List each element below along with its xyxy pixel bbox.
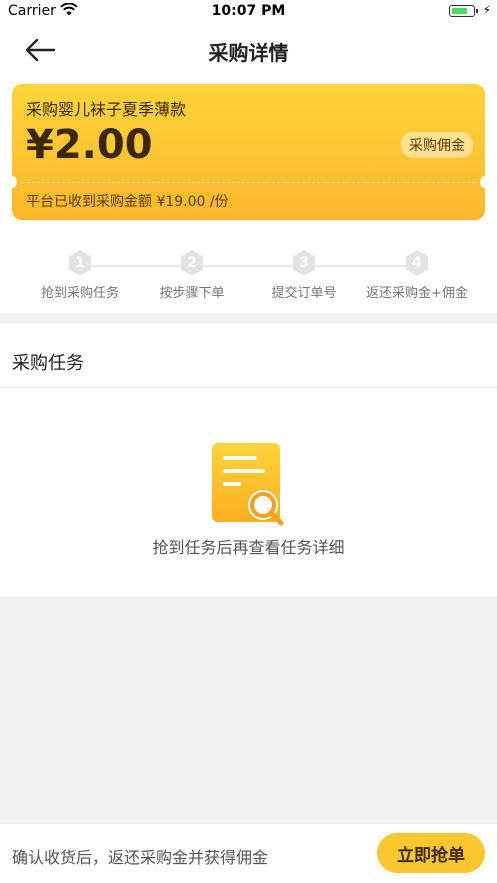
- commission-price: ¥2.00: [26, 122, 153, 168]
- process-steps: 1 抢到采购任务 2 按步骤下单 3 提交订单号 4 返还采购金+佣金: [0, 250, 497, 310]
- step-number-hexagon: 2: [180, 250, 204, 276]
- page-title: 采购详情: [208, 41, 289, 65]
- step-1: 1 抢到采购任务: [18, 250, 142, 301]
- bottom-action-bar: 确认收货后，返还采购金并获得佣金 立即抢单: [0, 823, 497, 883]
- commission-card: 采购婴儿袜子夏季薄款 ¥2.00 采购佣金 平台已收到采购金额 ¥19.00 /…: [12, 84, 485, 220]
- step-number-hexagon: 4: [405, 250, 429, 276]
- section-title: 采购任务: [12, 353, 84, 374]
- step-4: 4 返还采购金+佣金: [355, 250, 479, 301]
- step-label: 返还采购金+佣金: [366, 286, 468, 301]
- step-label: 提交订单号: [271, 286, 337, 301]
- nav-bar: 采购详情: [0, 24, 497, 76]
- step-label: 抢到采购任务: [40, 286, 119, 301]
- step-number-hexagon: 1: [68, 250, 92, 276]
- step-number-hexagon: 3: [292, 250, 316, 276]
- product-name: 采购婴儿袜子夏季薄款: [26, 100, 187, 119]
- step-2: 2 按步骤下单: [130, 250, 254, 301]
- commission-tag: 采购佣金: [401, 132, 473, 158]
- refund-hint: 确认收货后，返还采购金并获得佣金: [12, 848, 269, 867]
- status-time: 10:07 PM: [211, 3, 286, 19]
- empty-state-text: 抢到任务后再查看任务详细: [152, 538, 345, 557]
- platform-received-amount: 平台已收到采购金额 ¥19.00 /份: [26, 194, 229, 210]
- grab-order-button[interactable]: 立即抢单: [377, 833, 485, 873]
- card-notch-right: [480, 176, 485, 188]
- task-section: 采购任务 抢到任务后再查看任务详细: [0, 323, 497, 597]
- card-notch-left: [12, 176, 17, 188]
- document-search-icon: [211, 442, 287, 526]
- status-bar: Carrier 10:07 PM ⚡: [0, 0, 497, 24]
- section-divider: [0, 387, 497, 388]
- battery-icon: [449, 5, 478, 17]
- card-divider: [22, 182, 475, 183]
- step-3: 3 提交订单号: [242, 250, 366, 301]
- step-label: 按步骤下单: [159, 286, 225, 301]
- charging-bolt-icon: ⚡: [482, 3, 491, 17]
